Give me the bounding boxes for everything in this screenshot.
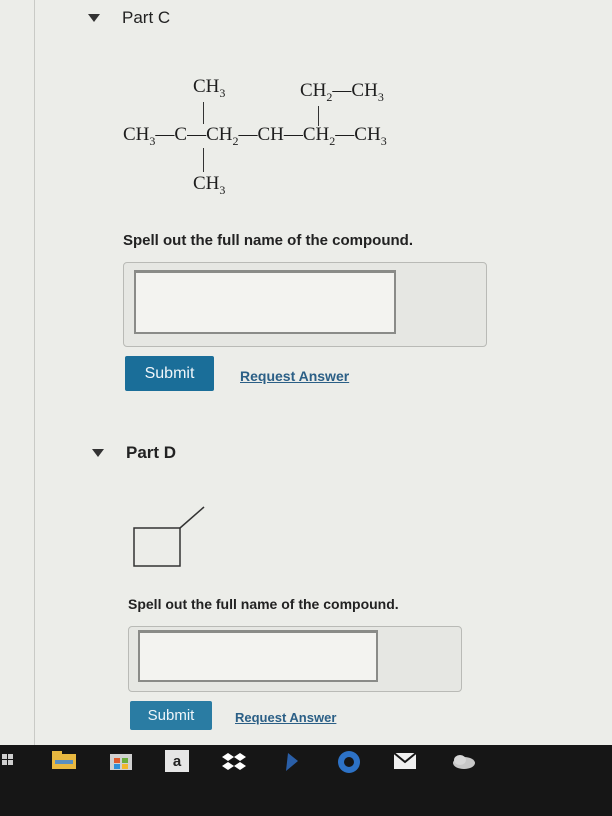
part-c-prompt: Spell out the full name of the compound. xyxy=(123,232,413,249)
app-icon[interactable] xyxy=(284,753,300,771)
structure-top-right-sub: CH2—CH3 xyxy=(300,80,384,104)
weather-icon[interactable] xyxy=(452,753,476,771)
file-explorer-icon[interactable] xyxy=(52,751,76,769)
bond-line xyxy=(203,148,204,172)
part-d-header[interactable]: Part D xyxy=(92,443,176,463)
dropbox-icon[interactable] xyxy=(222,751,246,771)
methylcyclobutane-structure xyxy=(133,506,205,567)
structure-bottom-sub: CH3 xyxy=(193,173,226,197)
part-d-prompt: Spell out the full name of the compound. xyxy=(128,596,399,612)
windows-start-icon[interactable] xyxy=(2,754,14,766)
cyclobutane-ring xyxy=(133,527,181,567)
structure-main-chain: CH3—C—CH2—CH—CH2—CH3 xyxy=(123,124,387,148)
collapse-caret-icon[interactable] xyxy=(88,14,100,22)
mail-icon[interactable] xyxy=(394,753,416,769)
edge-icon[interactable] xyxy=(336,750,362,774)
part-c-header[interactable]: Part C xyxy=(88,8,170,28)
part-c-request-answer-link[interactable]: Request Answer xyxy=(240,368,349,384)
store-icon[interactable] xyxy=(110,750,132,770)
part-c-answer-input[interactable] xyxy=(134,270,396,334)
part-d-submit-button[interactable]: Submit xyxy=(130,701,212,730)
left-divider xyxy=(34,0,35,745)
collapse-caret-icon[interactable] xyxy=(92,449,104,457)
bond-line xyxy=(203,102,204,124)
bond-line xyxy=(318,106,319,126)
amazon-icon[interactable]: a xyxy=(165,750,189,772)
part-c-title: Part C xyxy=(122,8,171,27)
part-c-submit-button[interactable]: Submit xyxy=(125,356,214,391)
taskbar: a xyxy=(0,745,612,816)
part-d-title: Part D xyxy=(126,443,177,462)
part-d-request-answer-link[interactable]: Request Answer xyxy=(235,710,336,725)
structure-top-left-sub: CH3 xyxy=(193,76,226,100)
part-d-answer-input[interactable] xyxy=(138,630,378,682)
methyl-bond xyxy=(179,506,205,529)
question-page: Part C CH3 CH2—CH3 CH3—C—CH2—CH—CH2—CH3 … xyxy=(0,0,612,745)
